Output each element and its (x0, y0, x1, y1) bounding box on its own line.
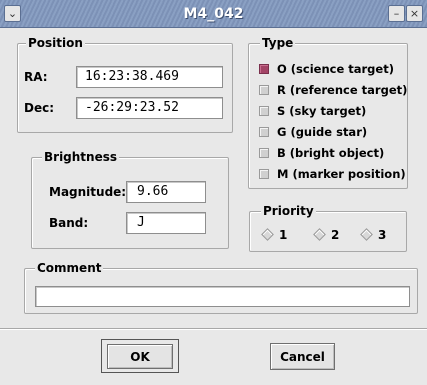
brightness-legend: Brightness (42, 150, 120, 164)
type-option-b[interactable]: B (bright object) (259, 145, 405, 161)
band-field[interactable]: J (126, 212, 206, 234)
priority-option-label: 1 (279, 228, 288, 242)
radio-icon[interactable] (313, 228, 326, 241)
radio-icon[interactable] (261, 228, 274, 241)
type-option-s[interactable]: S (sky target) (259, 103, 405, 119)
band-label: Band: (49, 216, 89, 230)
magnitude-label: Magnitude: (49, 185, 127, 199)
radio-icon[interactable] (360, 228, 373, 241)
close-button[interactable]: × (406, 5, 423, 22)
dec-field[interactable]: -26:29:23.52 (76, 97, 223, 119)
priority-option-label: 2 (331, 228, 340, 242)
type-option-m[interactable]: M (marker position) (259, 166, 406, 182)
type-option-o[interactable]: O (science target) (259, 61, 405, 77)
window-title: M4_042 (183, 6, 244, 22)
type-option-r[interactable]: R (reference target) (259, 82, 408, 98)
comment-field[interactable] (35, 286, 410, 307)
type-option-label: R (reference target) (277, 83, 408, 97)
type-option-label: S (sky target) (277, 104, 367, 118)
cancel-button[interactable]: Cancel (270, 343, 335, 370)
position-legend: Position (26, 36, 85, 50)
checkbox-icon[interactable] (259, 148, 269, 158)
type-option-label: G (guide star) (277, 125, 368, 139)
checkbox-icon[interactable] (259, 106, 269, 116)
comment-legend: Comment (35, 261, 104, 275)
priority-option-2[interactable]: 2 (313, 227, 347, 243)
ra-label: RA: (24, 70, 48, 84)
type-option-label: M (marker position) (277, 167, 406, 181)
brightness-group (31, 157, 229, 249)
type-option-g[interactable]: G (guide star) (259, 124, 405, 140)
priority-option-3[interactable]: 3 (360, 227, 394, 243)
type-legend: Type (260, 36, 296, 50)
button-separator (0, 328, 427, 330)
dec-label: Dec: (24, 101, 55, 115)
magnitude-field[interactable]: 9.66 (126, 181, 206, 203)
checkbox-checked-icon[interactable] (259, 64, 269, 74)
priority-option-1[interactable]: 1 (261, 227, 295, 243)
checkbox-icon[interactable] (259, 169, 269, 179)
ok-button[interactable]: OK (107, 344, 173, 369)
checkbox-icon[interactable] (259, 85, 269, 95)
ra-field[interactable]: 16:23:38.469 (76, 66, 223, 88)
checkbox-icon[interactable] (259, 127, 269, 137)
priority-legend: Priority (261, 204, 316, 218)
close-icon: × (409, 7, 420, 20)
minimize-icon: – (393, 7, 400, 20)
minimize-button[interactable]: – (388, 5, 405, 22)
position-group (17, 43, 233, 133)
type-option-label: O (science target) (277, 62, 394, 76)
type-option-label: B (bright object) (277, 146, 385, 160)
priority-option-label: 3 (378, 228, 387, 242)
